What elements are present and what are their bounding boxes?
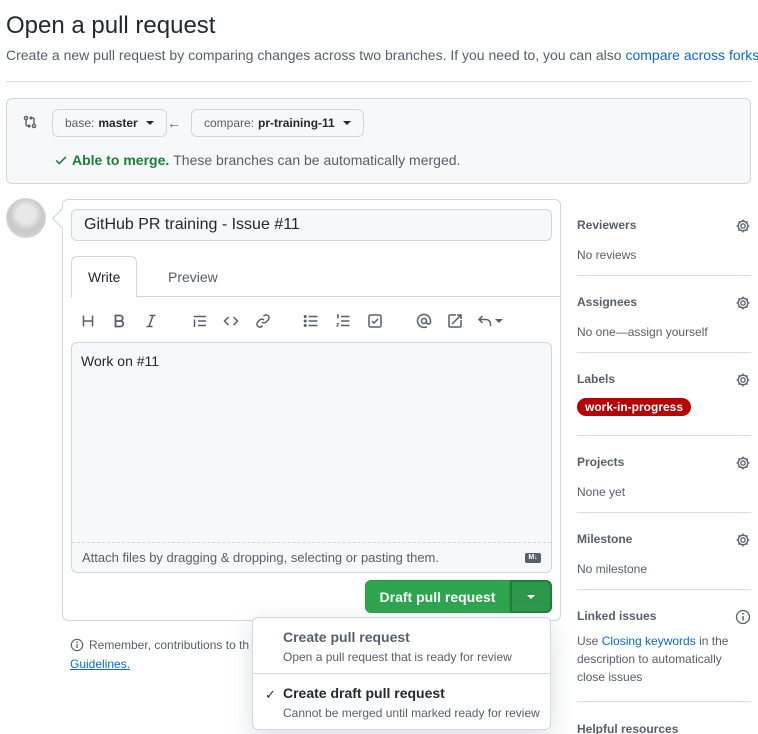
sidebar-divider: [577, 589, 751, 590]
option-title: Create draft pull request: [283, 685, 445, 701]
sidebar-divider: [577, 435, 751, 436]
sidebar-divider: [577, 701, 751, 702]
chevron-down-icon: [527, 594, 535, 599]
milestone-heading: Milestone: [577, 532, 633, 546]
chevron-down-icon: [145, 121, 154, 125]
chevron-down-icon: [342, 121, 351, 125]
avatar: [6, 198, 46, 238]
projects-heading: Projects: [577, 455, 625, 469]
sidebar-projects: Projects None yet: [577, 455, 751, 501]
base-prefix: base:: [65, 116, 95, 130]
gear-icon[interactable]: [735, 372, 751, 388]
option-desc: Cannot be merged until marked ready for …: [283, 706, 540, 720]
sidebar-divider: [577, 352, 751, 353]
mention-icon[interactable]: [411, 308, 437, 334]
projects-value: None yet: [577, 485, 626, 499]
create-draft-pull-request-option[interactable]: ✓ Create draft pull request Cannot be me…: [253, 685, 550, 720]
submit-options-menu: Create pull request Open a pull request …: [252, 617, 551, 730]
linked-pre: Use: [577, 634, 602, 648]
gear-icon[interactable]: [735, 455, 751, 471]
branch-range-box: base: master ← compare: pr-training-11 A…: [6, 98, 751, 184]
pr-title-input[interactable]: [71, 209, 552, 241]
git-compare-icon: [23, 115, 37, 129]
compare-branch-name: pr-training-11: [258, 116, 335, 130]
pr-body-text[interactable]: Work on #11: [81, 353, 159, 369]
saved-replies-icon[interactable]: [474, 308, 506, 334]
merge-msg-text: These branches can be automatically merg…: [173, 152, 461, 168]
merge-ok-text: Able to merge.: [72, 152, 170, 168]
tab-write[interactable]: Write: [71, 256, 138, 298]
sidebar-reviewers: Reviewers No reviews: [577, 218, 751, 264]
title-divider: [6, 81, 751, 82]
bold-icon[interactable]: [106, 308, 132, 334]
contribution-notice: Remember, contributions to th: [70, 638, 249, 652]
assignees-heading: Assignees: [577, 295, 638, 309]
gear-icon[interactable]: [735, 532, 751, 548]
quote-icon[interactable]: [187, 308, 213, 334]
helpful-resources-heading: Helpful resources: [577, 722, 679, 734]
link-icon[interactable]: [250, 308, 276, 334]
option-desc: Open a pull request that is ready for re…: [283, 650, 512, 664]
compare-prefix: compare:: [204, 116, 255, 130]
italic-icon[interactable]: [138, 308, 164, 334]
tab-preview[interactable]: Preview: [152, 256, 234, 297]
base-branch-name: master: [98, 116, 138, 130]
submit-button-group: Draft pull request: [365, 580, 552, 613]
subtitle-text: Create a new pull request by comparing c…: [6, 47, 626, 63]
page-title: Open a pull request: [6, 12, 216, 39]
compare-forks-link[interactable]: compare across forks.: [625, 47, 758, 63]
attach-files-bar[interactable]: Attach files by dragging & dropping, sel…: [72, 542, 551, 572]
page-subtitle: Create a new pull request by comparing c…: [6, 47, 758, 63]
reviewers-value: No reviews: [577, 248, 637, 262]
cross-reference-icon[interactable]: [442, 308, 468, 334]
sidebar-linked-issues: Linked issues Use Closing keywords in th…: [577, 609, 751, 686]
chevron-down-icon: [495, 319, 503, 323]
ordered-list-icon[interactable]: [330, 308, 356, 334]
markdown-icon: M↓: [525, 552, 541, 563]
sidebar-divider: [577, 275, 751, 276]
editor-tabs: Write Preview: [71, 256, 560, 298]
sidebar-divider: [577, 512, 751, 513]
assignees-value[interactable]: No one—assign yourself: [577, 323, 751, 341]
sidebar-labels: Labels work-in-progress: [577, 372, 751, 416]
submit-options-toggle[interactable]: [510, 580, 552, 613]
draft-pull-request-button[interactable]: Draft pull request: [365, 580, 510, 613]
info-icon: [70, 638, 84, 652]
gear-icon[interactable]: [735, 295, 751, 311]
code-icon[interactable]: [218, 308, 244, 334]
attach-hint: Attach files by dragging & dropping, sel…: [82, 550, 439, 565]
closing-keywords-link[interactable]: Closing keywords: [602, 634, 696, 648]
compare-branch-select[interactable]: compare: pr-training-11: [191, 109, 364, 137]
sidebar-helpful-resources: Helpful resources: [577, 722, 751, 734]
pr-composer: Write Preview Work on #11 Attach files b…: [62, 199, 561, 621]
menu-divider: [253, 673, 550, 674]
sidebar-milestone: Milestone No milestone: [577, 532, 751, 578]
unordered-list-icon[interactable]: [298, 308, 324, 334]
guidelines-link[interactable]: Guidelines.: [70, 657, 130, 671]
milestone-value: No milestone: [577, 562, 648, 576]
reviewers-heading: Reviewers: [577, 218, 637, 232]
info-icon[interactable]: [735, 609, 751, 625]
option-title: Create pull request: [283, 629, 410, 645]
linked-issues-heading: Linked issues: [577, 609, 657, 623]
remember-text: Remember, contributions to th: [89, 638, 250, 652]
labels-heading: Labels: [577, 372, 616, 386]
markdown-toolbar: [71, 308, 552, 334]
merge-status: Able to merge. These branches can be aut…: [54, 152, 460, 168]
check-icon: [55, 156, 67, 165]
sidebar-assignees: Assignees No one—assign yourself: [577, 295, 751, 341]
base-branch-select[interactable]: base: master: [52, 109, 167, 137]
heading-icon[interactable]: [75, 308, 101, 334]
pr-body-editor[interactable]: Work on #11 Attach files by dragging & d…: [71, 342, 552, 573]
linked-issues-value: Use Closing keywords in the description …: [577, 632, 751, 686]
label-work-in-progress[interactable]: work-in-progress: [577, 398, 692, 416]
gear-icon[interactable]: [735, 218, 751, 234]
arrow-left-icon: ←: [167, 115, 181, 131]
checkmark-icon: ✓: [265, 687, 276, 702]
create-pull-request-option[interactable]: Create pull request Open a pull request …: [253, 629, 550, 664]
task-list-icon[interactable]: [362, 308, 388, 334]
